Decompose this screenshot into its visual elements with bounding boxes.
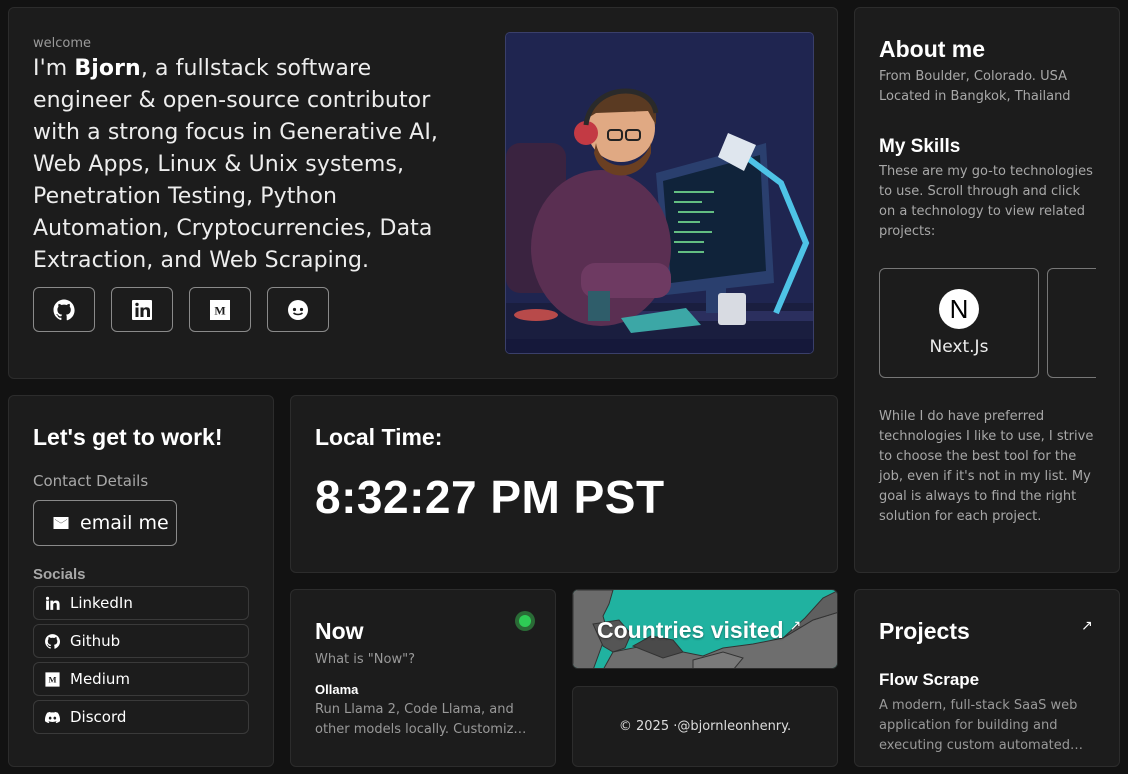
- social-item-medium[interactable]: M Medium: [33, 662, 249, 696]
- contact-details-label: Contact Details: [33, 472, 149, 490]
- status-online-icon: [515, 611, 535, 631]
- skills-description: These are my go-to technologies to use. …: [879, 164, 1093, 239]
- about-location: From Boulder, Colorado. USA Located in B…: [879, 67, 1099, 107]
- skill-card-next[interactable]: [1047, 268, 1096, 378]
- social-label: LinkedIn: [70, 594, 133, 612]
- welcome-label: welcome: [33, 36, 92, 51]
- copyright-text: © 2025 ·@bjornleonhenry.: [618, 719, 792, 734]
- bio-rest: , a fullstack software engineer & open-s…: [33, 56, 439, 273]
- about-card: About me From Boulder, Colorado. USA Loc…: [854, 7, 1120, 573]
- preference-description: While I do have preferred technologies I…: [879, 409, 1094, 524]
- svg-text:M: M: [214, 303, 225, 317]
- external-arrow-icon: ↗: [789, 617, 802, 633]
- email-me-label: email me: [80, 512, 169, 534]
- project-description: A modern, full-stack SaaS web applicatio…: [879, 698, 1078, 753]
- now-item-title: Ollama: [315, 682, 359, 697]
- countries-visited-card[interactable]: Countries visited ↗: [572, 589, 838, 669]
- bio-name: Bjorn: [74, 56, 141, 81]
- bio-text: I'm Bjorn, a fullstack software engineer…: [33, 53, 473, 277]
- linkedin-link-button[interactable]: [111, 287, 173, 332]
- medium-icon: M: [45, 671, 60, 687]
- local-time-title: Local Time:: [315, 424, 443, 450]
- project-name[interactable]: Flow Scrape: [879, 670, 979, 690]
- about-title: About me: [879, 36, 986, 62]
- skill-name: Next.Js: [929, 337, 989, 357]
- now-card[interactable]: Now What is "Now"? Ollama Run Llama 2, C…: [290, 589, 556, 767]
- medium-icon: M: [210, 299, 230, 320]
- now-title: Now: [315, 618, 364, 644]
- social-label: Discord: [70, 708, 127, 726]
- local-time-value: 8:32:27 PM PST: [315, 471, 665, 523]
- countries-visited-title: Countries visited ↗: [597, 617, 801, 644]
- contact-card: Let's get to work! Contact Details email…: [8, 395, 274, 767]
- skill-card-nextjs[interactable]: N Next.Js: [879, 268, 1039, 378]
- location-current: Located in Bangkok, Thailand: [879, 89, 1071, 104]
- social-links-list: LinkedIn Github M Medium Discord: [33, 586, 249, 734]
- developer-at-desk-illustration: [506, 33, 813, 353]
- social-item-github[interactable]: Github: [33, 624, 249, 658]
- projects-title: Projects: [879, 618, 970, 644]
- email-me-button[interactable]: email me: [33, 500, 177, 546]
- svg-text:M: M: [48, 674, 56, 684]
- social-item-linkedin[interactable]: LinkedIn: [33, 586, 249, 620]
- social-label: Github: [70, 632, 121, 650]
- hero-social-links: M: [33, 287, 329, 332]
- now-subtitle-link[interactable]: What is "Now"?: [315, 652, 415, 667]
- bio-prefix: I'm: [33, 56, 75, 81]
- projects-card[interactable]: Projects ↗ Flow Scrape A modern, full-st…: [854, 589, 1120, 767]
- github-link-button[interactable]: [33, 287, 95, 332]
- nextjs-logo-icon: N: [939, 289, 979, 329]
- contact-title: Let's get to work!: [33, 424, 223, 450]
- skills-carousel[interactable]: N Next.Js: [879, 268, 1096, 380]
- linkedin-icon: [132, 299, 152, 320]
- skills-title: My Skills: [879, 136, 961, 157]
- reddit-link-button[interactable]: [267, 287, 329, 332]
- external-arrow-icon[interactable]: ↗: [1081, 618, 1093, 634]
- footer-card: © 2025 ·@bjornleonhenry.: [572, 686, 838, 767]
- countries-visited-label: Countries visited: [597, 617, 784, 643]
- hero-illustration: [505, 32, 814, 354]
- now-item-description: Run Llama 2, Code Llama, and other model…: [315, 702, 522, 737]
- reddit-icon: [288, 299, 308, 320]
- socials-label: Socials: [33, 566, 86, 583]
- social-item-discord[interactable]: Discord: [33, 700, 249, 734]
- github-icon: [45, 633, 61, 649]
- linkedin-icon: [45, 596, 60, 610]
- nextjs-logo-letter: N: [949, 293, 969, 324]
- location-from: From Boulder, Colorado. USA: [879, 69, 1067, 84]
- local-time-card: Local Time: 8:32:27 PM PST: [290, 395, 838, 573]
- social-label: Medium: [70, 670, 130, 688]
- mail-icon: [53, 517, 69, 529]
- medium-link-button[interactable]: M: [189, 287, 251, 332]
- github-icon: [53, 299, 75, 320]
- hero-card: welcome I'm Bjorn, a fullstack software …: [8, 7, 838, 379]
- discord-icon: [44, 711, 61, 723]
